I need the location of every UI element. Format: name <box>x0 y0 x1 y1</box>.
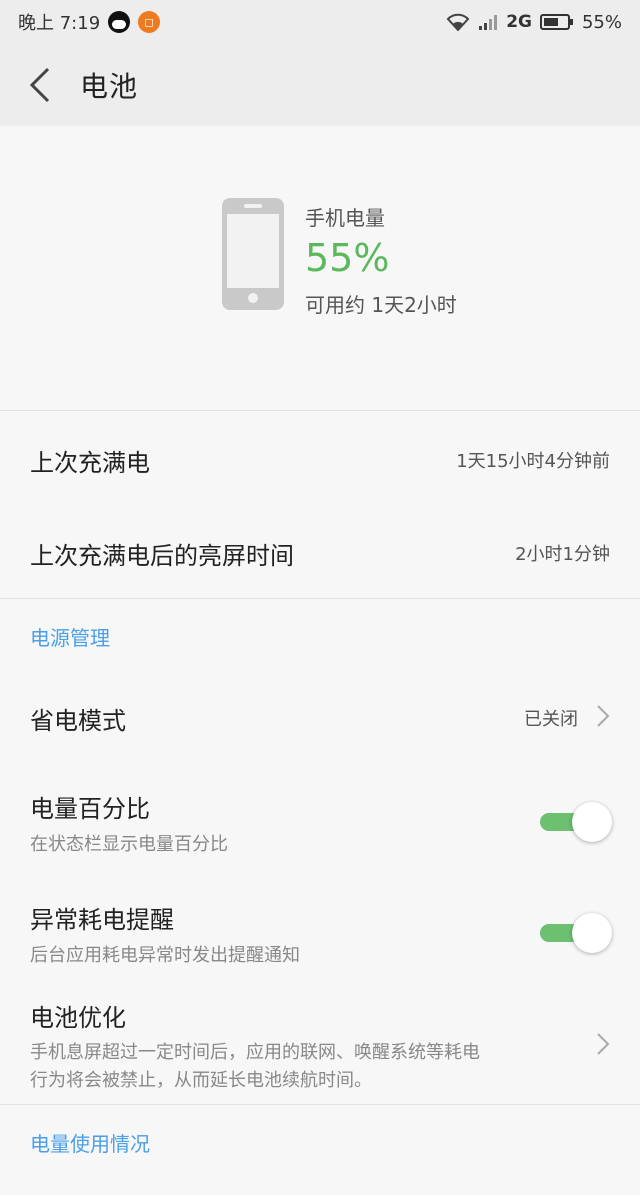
status-bar: 晚上 7:19 ◻ 2G 55% <box>0 0 640 44</box>
battery-percentage-row: 电量百分比 在状态栏显示电量百分比 <box>0 774 640 870</box>
divider <box>0 598 640 599</box>
abnormal-drain-alert-text: 异常耗电提醒 后台应用耗电异常时发出提醒通知 <box>30 900 300 967</box>
page-title: 电池 <box>80 70 139 103</box>
abnormal-drain-alert-subtitle: 后台应用耗电异常时发出提醒通知 <box>30 944 300 966</box>
screen-on-time-label: 上次充满电后的亮屏时间 <box>30 541 294 570</box>
phone-icon <box>222 198 284 314</box>
screen-on-time-row: 上次充满电后的亮屏时间 2小时1分钟 <box>0 508 640 598</box>
status-bar-right: 2G 55% <box>446 12 622 33</box>
last-full-charge-label: 上次充满电 <box>30 448 150 477</box>
app-notification-icon: ◻ <box>138 11 161 33</box>
battery-percentage-subtitle: 在状态栏显示电量百分比 <box>30 833 228 855</box>
power-saving-mode-row[interactable]: 省电模式 已关闭 <box>0 672 640 764</box>
screen-on-time-value: 2小时1分钟 <box>515 544 610 565</box>
battery-label: 手机电量 <box>305 206 385 230</box>
abnormal-drain-alert-row: 异常耗电提醒 后台应用耗电异常时发出提醒通知 <box>0 885 640 981</box>
battery-optimization-label: 电池优化 <box>30 1003 126 1032</box>
battery-percentage-text: 电量百分比 在状态栏显示电量百分比 <box>30 789 228 856</box>
battery-percentage-label: 电量百分比 <box>30 794 150 823</box>
battery-remaining-time: 可用约 1天2小时 <box>305 293 457 317</box>
chevron-right-icon <box>596 704 610 732</box>
status-battery-percent: 55% <box>581 11 622 33</box>
power-saving-mode-status: 已关闭 <box>524 704 610 732</box>
last-full-charge-value: 1天15小时4分钟前 <box>456 451 610 472</box>
battery-optimization-subtitle: 手机息屏超过一定时间后，应用的联网、唤醒系统等耗电 行为将会被禁止，从而延长电池… <box>30 1039 480 1095</box>
chevron-right-icon <box>596 1032 610 1060</box>
battery-optimization-subtitle-line1: 手机息屏超过一定时间后，应用的联网、唤醒系统等耗电 <box>30 1041 480 1063</box>
power-usage-header: 电量使用情况 <box>30 1132 150 1156</box>
divider <box>0 1104 640 1105</box>
status-time: 晚上 7:19 <box>18 13 101 34</box>
status-bar-left: 晚上 7:19 ◻ <box>18 9 161 35</box>
back-arrow-icon[interactable] <box>0 44 80 126</box>
battery-optimization-row[interactable]: 电池优化 手机息屏超过一定时间后，应用的联网、唤醒系统等耗电 行为将会被禁止，从… <box>0 990 640 1102</box>
network-type: 2G <box>506 12 532 32</box>
battery-optimization-text: 电池优化 手机息屏超过一定时间后，应用的联网、唤醒系统等耗电 行为将会被禁止，从… <box>30 998 480 1095</box>
abnormal-drain-alert-label: 异常耗电提醒 <box>30 905 174 934</box>
battery-percentage-toggle[interactable] <box>540 802 612 842</box>
toggle-knob <box>572 913 612 953</box>
power-saving-mode-value: 已关闭 <box>524 709 578 730</box>
power-management-header: 电源管理 <box>30 626 110 650</box>
signal-icon <box>478 13 498 31</box>
qq-notification-icon <box>108 11 131 33</box>
last-full-charge-row: 上次充满电 1天15小时4分钟前 <box>0 412 640 508</box>
battery-optimization-subtitle-line2: 行为将会被禁止，从而延长电池续航时间。 <box>30 1069 372 1091</box>
abnormal-drain-alert-toggle[interactable] <box>540 913 612 953</box>
toggle-knob <box>572 802 612 842</box>
wifi-icon <box>446 13 470 31</box>
battery-icon <box>539 13 574 31</box>
power-saving-mode-label: 省电模式 <box>30 706 126 735</box>
battery-summary: 手机电量 55% 可用约 1天2小时 <box>0 126 640 411</box>
title-bar: 电池 <box>0 44 640 126</box>
battery-percent: 55% <box>305 236 390 280</box>
